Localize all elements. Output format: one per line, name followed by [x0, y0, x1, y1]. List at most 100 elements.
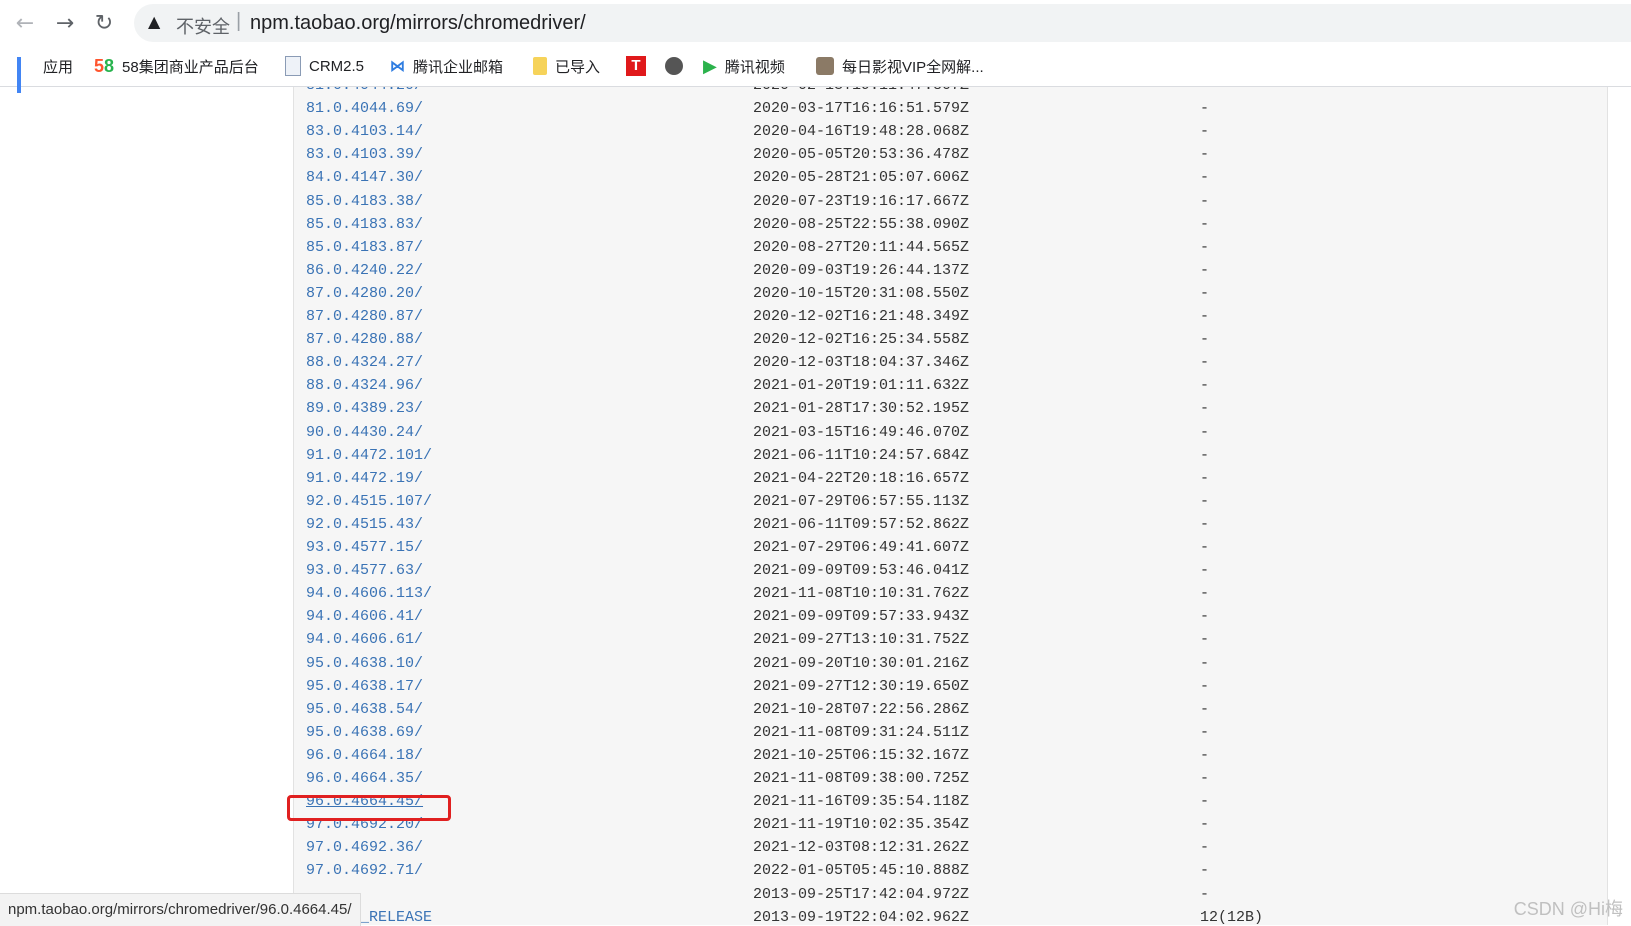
modified-date: 2021-10-25T06:15:32.167Z	[753, 746, 970, 764]
browser-toolbar: ← → ↻ ▲ 不安全 | npm.taobao.org/mirrors/chr…	[0, 0, 1631, 46]
list-item: 88.0.4324.96/2021-01-20T19:01:11.632Z -	[294, 375, 1607, 397]
file-size: -	[1200, 354, 1210, 372]
version-link[interactable]: 97.0.4692.71/	[306, 860, 423, 882]
list-item: 92.0.4515.107/2021-07-29T06:57:55.113Z -	[294, 491, 1607, 513]
list-item: 93.0.4577.63/2021-09-09T09:53:46.041Z -	[294, 560, 1607, 582]
version-link[interactable]: 95.0.4638.69/	[306, 722, 423, 744]
bookmark-58[interactable]: 58 58集团商业产品后台	[94, 54, 259, 78]
file-size: -	[1200, 192, 1210, 210]
version-link[interactable]: 85.0.4183.87/	[306, 237, 423, 259]
file-size: -	[1200, 608, 1210, 626]
modified-date: 2021-09-09T09:57:33.943Z	[753, 608, 970, 626]
version-link[interactable]: 93.0.4577.63/	[306, 560, 423, 582]
list-item: 87.0.4280.88/2020-12-02T16:25:34.558Z -	[294, 329, 1607, 351]
file-size: -	[1200, 238, 1210, 256]
list-item: 85.0.4183.38/2020-07-23T19:16:17.667Z -	[294, 191, 1607, 213]
version-link[interactable]: 87.0.4280.20/	[306, 283, 423, 305]
version-link[interactable]: 84.0.4147.30/	[306, 167, 423, 189]
bookmark-globe[interactable]	[665, 54, 691, 78]
list-item: 83.0.4103.14/2020-04-16T19:48:28.068Z -	[294, 121, 1607, 143]
list-item: 94.0.4606.113/2021-11-08T10:10:31.762Z -	[294, 583, 1607, 605]
version-link[interactable]: 89.0.4389.23/	[306, 398, 423, 420]
modified-date: 2021-06-11T09:57:52.862Z	[753, 515, 970, 533]
modified-date: 2020-04-16T19:48:28.068Z	[753, 123, 970, 141]
bookmark-apps[interactable]: 应用	[17, 54, 73, 93]
bookmark-label: 腾讯企业邮箱	[413, 58, 504, 76]
list-item: 85.0.4183.83/2020-08-25T22:55:38.090Z -	[294, 214, 1607, 236]
file-size: -	[1200, 746, 1210, 764]
bookmark-label: 每日影视VIP全网解...	[842, 58, 984, 76]
modified-date: 2021-03-15T16:49:46.070Z	[753, 423, 970, 441]
version-link[interactable]: 94.0.4606.113/	[306, 583, 432, 605]
version-link[interactable]: 87.0.4280.87/	[306, 306, 423, 328]
forward-button[interactable]: →	[50, 8, 80, 38]
highlight-box	[287, 795, 451, 821]
url-text[interactable]: npm.taobao.org/mirrors/chromedriver/	[250, 12, 586, 35]
file-size: -	[1200, 793, 1210, 811]
film-icon	[816, 57, 834, 75]
bookmark-vip-movies[interactable]: 每日影视VIP全网解...	[816, 54, 984, 78]
bookmark-imported[interactable]: 已导入	[533, 54, 600, 78]
file-size: -	[1200, 308, 1210, 325]
modified-date: 2020-08-27T20:11:44.565Z	[753, 238, 970, 256]
version-link[interactable]: 81.0.4044.69/	[306, 98, 423, 120]
version-link[interactable]: 96.0.4664.18/	[306, 745, 423, 767]
t-logo-icon: T	[626, 56, 646, 76]
list-item: 87.0.4280.87/2020-12-02T16:21:48.349Z -	[294, 306, 1607, 328]
list-item: 96.0.4664.45/2021-11-16T09:35:54.118Z -	[294, 791, 1607, 813]
mail-icon: ⋈	[390, 58, 405, 75]
file-size: -	[1200, 562, 1210, 580]
version-link[interactable]: 92.0.4515.107/	[306, 491, 432, 513]
address-bar[interactable]: ▲ 不安全 | npm.taobao.org/mirrors/chromedri…	[134, 4, 1631, 42]
version-link[interactable]: 90.0.4430.24/	[306, 422, 423, 444]
bookmark-crm[interactable]: CRM2.5	[285, 54, 364, 78]
version-link[interactable]: 91.0.4472.19/	[306, 468, 423, 490]
version-link[interactable]: 83.0.4103.39/	[306, 144, 423, 166]
file-size: -	[1200, 654, 1210, 672]
file-size: -	[1200, 539, 1210, 556]
modified-date: 2021-06-11T10:24:57.684Z	[753, 446, 970, 464]
list-item: 81.0.4044.69/2020-03-17T16:16:51.579Z -	[294, 98, 1607, 120]
file-size: -	[1200, 862, 1210, 880]
list-item: 95.0.4638.10/2021-09-20T10:30:01.216Z -	[294, 653, 1607, 675]
back-button[interactable]: ←	[10, 8, 40, 38]
bookmark-tencent-video[interactable]: ▶ 腾讯视频	[703, 54, 785, 78]
warning-icon[interactable]: ▲	[148, 12, 160, 31]
version-link[interactable]: 86.0.4240.22/	[306, 260, 423, 282]
file-size: -	[1200, 515, 1210, 533]
version-link[interactable]: 91.0.4472.101/	[306, 445, 432, 467]
list-item: LATEST_RELEASE 2013-09-19T22:04:02.962Z 12…	[294, 907, 1607, 925]
reload-button[interactable]: ↻	[89, 8, 119, 38]
arrow-left-icon: ←	[15, 10, 35, 36]
version-link[interactable]: 95.0.4638.10/	[306, 653, 423, 675]
version-link[interactable]: 87.0.4280.88/	[306, 329, 423, 351]
version-link[interactable]: 88.0.4324.96/	[306, 375, 423, 397]
version-link[interactable]: 96.0.4664.35/	[306, 768, 423, 790]
version-link[interactable]: 88.0.4324.27/	[306, 352, 423, 374]
version-link[interactable]: 85.0.4183.38/	[306, 191, 423, 213]
bookmark-t[interactable]: T	[626, 54, 654, 78]
file-size: -	[1200, 469, 1210, 487]
version-link[interactable]: 92.0.4515.43/	[306, 514, 423, 536]
modified-date: 2021-10-28T07:22:56.286Z	[753, 700, 970, 718]
file-size: -	[1200, 585, 1210, 603]
version-link[interactable]: 83.0.4103.14/	[306, 121, 423, 143]
security-label[interactable]: 不安全	[176, 13, 230, 39]
version-link[interactable]: 85.0.4183.83/	[306, 214, 423, 236]
version-link[interactable]: 93.0.4577.15/	[306, 537, 423, 559]
version-link[interactable]: 95.0.4638.54/	[306, 699, 423, 721]
modified-date: 2020-10-15T20:31:08.550Z	[753, 284, 970, 302]
version-link[interactable]: 95.0.4638.17/	[306, 676, 423, 698]
bookmark-tencent-mail[interactable]: ⋈ 腾讯企业邮箱	[390, 54, 503, 78]
list-item: 95.0.4638.17/2021-09-27T12:30:19.650Z -	[294, 676, 1607, 698]
modified-date: 2021-11-08T10:10:31.762Z	[753, 585, 970, 603]
version-link[interactable]: 94.0.4606.41/	[306, 606, 423, 628]
list-item: 87.0.4280.20/2020-10-15T20:31:08.550Z -	[294, 283, 1607, 305]
modified-date: 2021-11-19T10:02:35.354Z	[753, 816, 970, 834]
version-link[interactable]: 94.0.4606.61/	[306, 629, 423, 651]
list-item: 90.0.4430.24/2021-03-15T16:49:46.070Z -	[294, 422, 1607, 444]
version-link[interactable]: 81.0.4044.20/	[306, 87, 423, 97]
modified-date: 2021-01-20T19:01:11.632Z	[753, 377, 970, 395]
list-item: 97.0.4692.36/2021-12-03T08:12:31.262Z -	[294, 837, 1607, 859]
version-link[interactable]: 97.0.4692.36/	[306, 837, 423, 859]
